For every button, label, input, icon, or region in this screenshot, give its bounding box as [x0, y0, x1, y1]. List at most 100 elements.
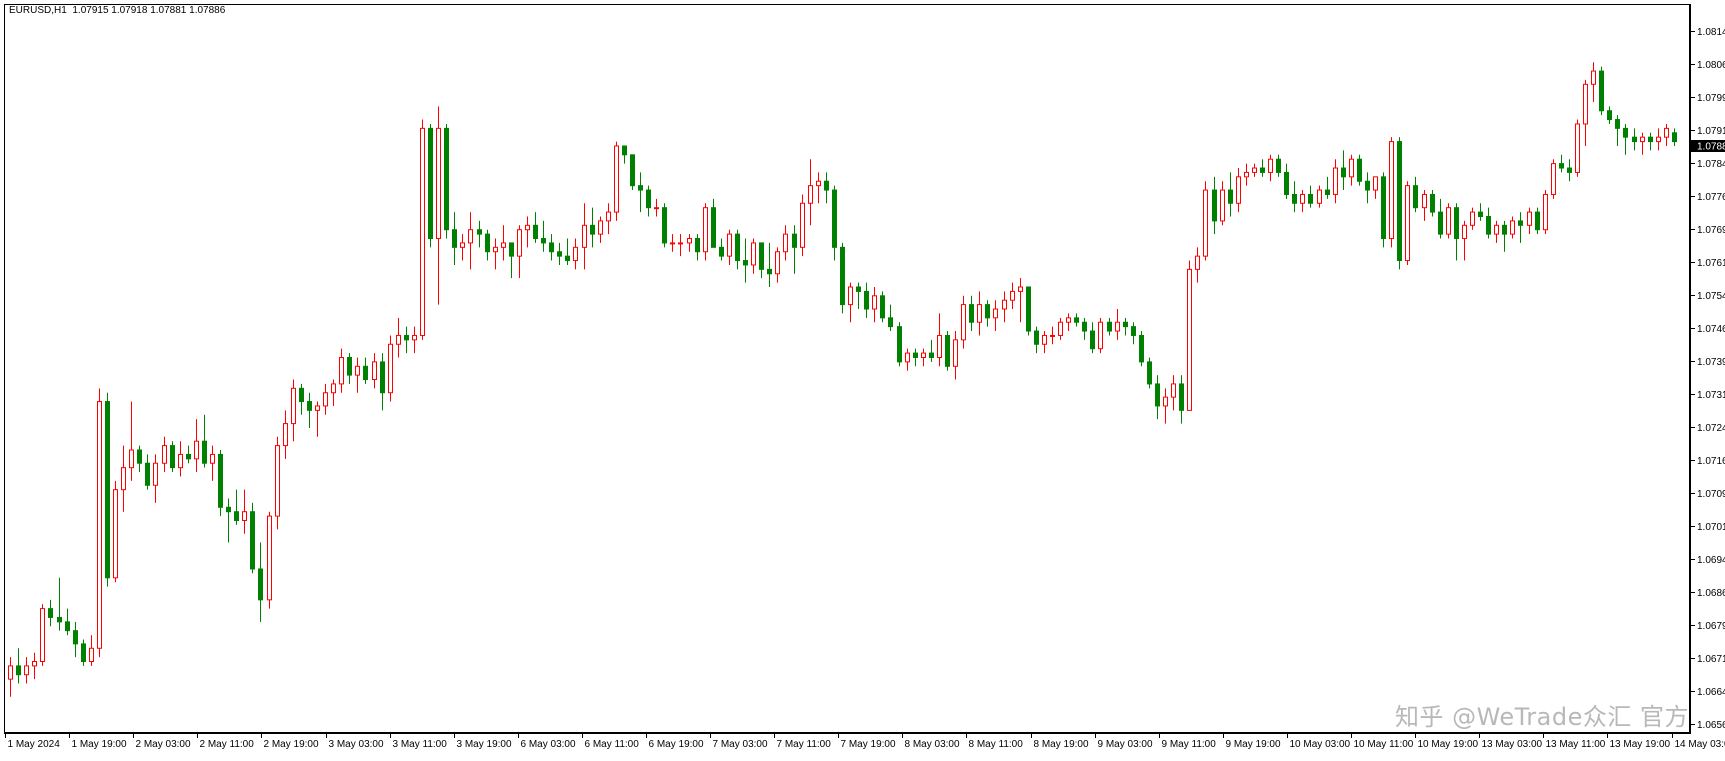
candle-body: [1277, 159, 1281, 172]
candle: [1318, 186, 1322, 208]
candle: [1665, 124, 1669, 146]
candle: [316, 402, 320, 437]
price-tick-label: 1.0784: [1697, 159, 1725, 170]
time-tick-label: 2 May 11:00: [200, 739, 255, 750]
price-tick-label: 1.0671: [1697, 654, 1725, 665]
candle-body: [1309, 194, 1313, 203]
candle-body: [227, 507, 231, 511]
candle-body: [1027, 287, 1031, 331]
candle: [146, 454, 150, 489]
candle: [340, 349, 344, 393]
price-tick-label: 1.0701: [1697, 522, 1725, 533]
candle: [1213, 177, 1217, 234]
candle: [696, 234, 700, 260]
candle: [1204, 181, 1208, 260]
candle-body: [17, 666, 21, 675]
candle: [1116, 309, 1120, 340]
candle: [671, 234, 675, 252]
candle-body: [518, 230, 522, 256]
candle-body: [1229, 190, 1233, 203]
time-tick-label: 13 May 19:00: [1610, 739, 1671, 750]
candle: [1406, 181, 1410, 265]
candle: [914, 349, 918, 367]
candle: [801, 194, 805, 256]
candle: [639, 172, 643, 212]
candle: [413, 327, 417, 353]
candle-body: [235, 512, 239, 521]
candle-body: [881, 296, 885, 318]
candle-body: [1519, 221, 1523, 225]
candle-body: [801, 203, 805, 247]
price-tick-label: 1.0776: [1697, 192, 1725, 203]
candlestick-chart[interactable]: 1.08141.08061.07991.07911.07841.07761.07…: [0, 0, 1725, 756]
candle-body: [469, 230, 473, 243]
candle-body: [1528, 212, 1532, 225]
candle-body: [122, 468, 126, 490]
candle: [938, 313, 942, 366]
candle-body: [793, 234, 797, 247]
candle: [1011, 283, 1015, 309]
candle-body: [300, 388, 304, 401]
candle: [445, 124, 449, 239]
chart-canvas[interactable]: 1.08141.08061.07991.07911.07841.07761.07…: [0, 0, 1725, 756]
candle-body: [906, 353, 910, 362]
candle: [453, 212, 457, 265]
candle-body: [1665, 128, 1669, 137]
candle: [461, 234, 465, 260]
candle: [1528, 208, 1532, 234]
candle: [1156, 375, 1160, 419]
candle: [373, 353, 377, 388]
candle-body: [1576, 124, 1580, 172]
candle: [324, 384, 328, 415]
candle: [1334, 159, 1338, 203]
time-tick-label: 13 May 03:00: [1482, 739, 1543, 750]
candle: [1245, 164, 1249, 186]
candle-body: [340, 357, 344, 383]
price-tick-label: 1.0791: [1697, 126, 1725, 137]
candle-body: [308, 402, 312, 411]
candle-body: [994, 309, 998, 318]
candle: [1616, 115, 1620, 146]
candle: [1358, 155, 1362, 186]
candle: [558, 243, 562, 265]
candle-body: [203, 441, 207, 463]
candle-body: [986, 305, 990, 318]
candle: [679, 234, 683, 256]
candle: [1657, 128, 1661, 150]
candle: [243, 490, 247, 534]
candle: [381, 353, 385, 410]
candle: [591, 208, 595, 248]
time-tick-label: 1 May 19:00: [72, 739, 127, 750]
candle-body: [389, 344, 393, 392]
candle-body: [1285, 172, 1289, 194]
candle: [793, 225, 797, 273]
candle-body: [615, 146, 619, 212]
candle: [1285, 164, 1289, 199]
candle-body: [736, 234, 740, 260]
candle-body: [437, 128, 441, 238]
candle-body: [154, 463, 158, 485]
candle: [1035, 327, 1039, 353]
time-tick-label: 9 May 03:00: [1098, 739, 1153, 750]
candle-body: [1213, 190, 1217, 221]
candle: [550, 234, 554, 260]
candle-body: [1608, 111, 1612, 120]
candle: [429, 124, 433, 247]
candle-body: [776, 252, 780, 274]
candle: [502, 225, 506, 260]
candle-body: [187, 454, 191, 458]
candle-body: [1382, 177, 1386, 239]
candle: [1027, 287, 1031, 335]
candle: [1439, 199, 1443, 239]
time-tick-label: 13 May 11:00: [1546, 739, 1606, 750]
candle: [583, 203, 587, 269]
candle-body: [1358, 159, 1362, 181]
time-tick-label: 8 May 11:00: [969, 739, 1024, 750]
candle-body: [33, 662, 37, 666]
candle: [1503, 221, 1507, 252]
candle: [66, 609, 70, 635]
price-tick-label: 1.0799: [1697, 93, 1725, 104]
candle-body: [1463, 225, 1467, 238]
price-tick-label: 1.0761: [1697, 258, 1725, 269]
time-tick-label: 3 May 03:00: [329, 739, 384, 750]
